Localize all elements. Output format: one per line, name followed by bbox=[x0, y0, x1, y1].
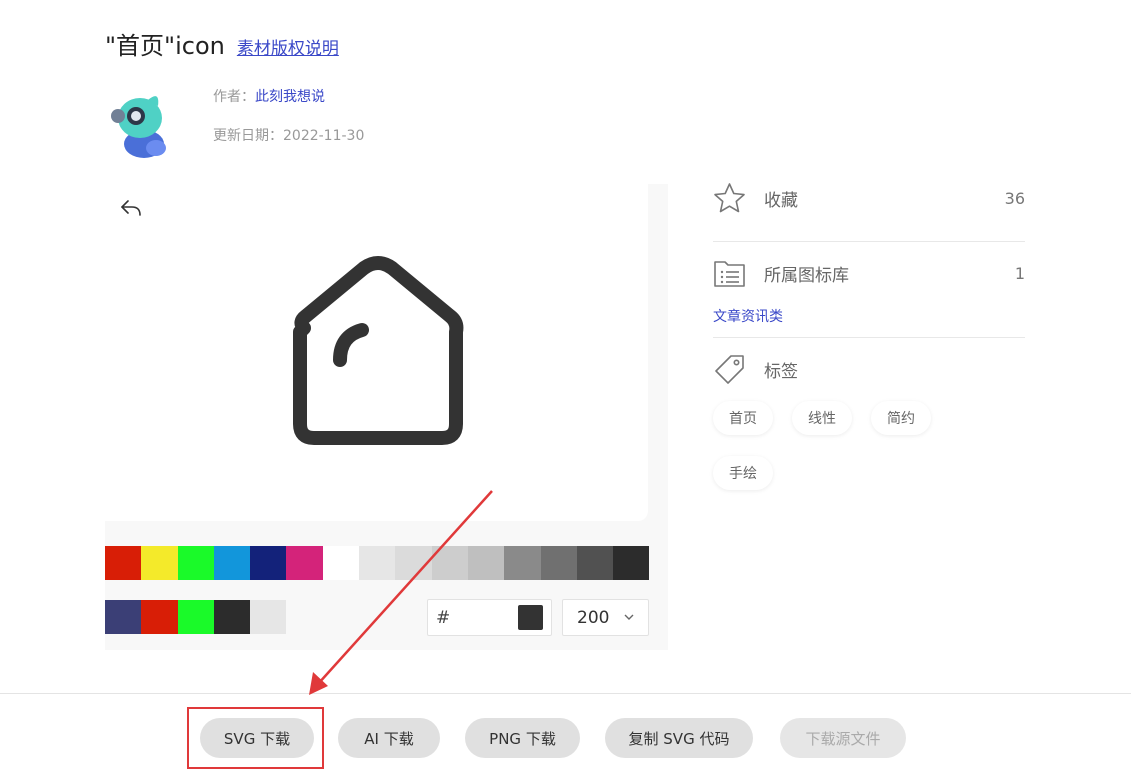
source-file-download-button[interactable]: 下载源文件 bbox=[780, 718, 906, 758]
favorite-count: 36 bbox=[1004, 189, 1025, 208]
icon-preview-canvas bbox=[105, 184, 648, 521]
library-link[interactable]: 文章资讯类 bbox=[713, 306, 783, 326]
color-swatch[interactable] bbox=[177, 546, 214, 580]
page-title-row: "首页"icon 素材版权说明 bbox=[105, 26, 339, 61]
color-swatch[interactable] bbox=[105, 546, 142, 580]
library-label: 所属图标库 bbox=[764, 266, 849, 286]
library-count: 1 bbox=[1014, 264, 1025, 283]
date-value: 2022-11-30 bbox=[283, 128, 365, 144]
undo-icon[interactable] bbox=[119, 198, 143, 218]
color-palette-primary bbox=[105, 546, 650, 580]
star-icon[interactable] bbox=[713, 182, 746, 215]
library-row: 所属图标库 1 bbox=[713, 257, 1025, 290]
license-link[interactable]: 素材版权说明 bbox=[237, 34, 339, 59]
author-label: 作者： bbox=[213, 89, 255, 105]
favorite-label: 收藏 bbox=[764, 191, 798, 211]
color-swatch[interactable] bbox=[431, 546, 468, 580]
folder-list-icon bbox=[714, 261, 745, 287]
hex-hash-label: # bbox=[436, 607, 451, 628]
color-palette-recent bbox=[105, 600, 287, 634]
divider bbox=[713, 337, 1025, 338]
tags-row: 标签 bbox=[713, 353, 1025, 386]
color-swatch[interactable] bbox=[250, 600, 287, 634]
chevron-down-icon bbox=[624, 614, 634, 620]
color-swatch[interactable] bbox=[613, 546, 650, 580]
color-swatch[interactable] bbox=[322, 546, 360, 580]
action-bar-divider bbox=[0, 693, 1131, 694]
color-swatch[interactable] bbox=[576, 546, 614, 580]
color-swatch[interactable] bbox=[250, 546, 287, 580]
color-swatch[interactable] bbox=[540, 546, 577, 580]
color-swatch[interactable] bbox=[213, 546, 251, 580]
copy-svg-code-button[interactable]: 复制 SVG 代码 bbox=[605, 718, 753, 758]
color-swatch[interactable] bbox=[213, 600, 251, 634]
color-swatch[interactable] bbox=[286, 546, 323, 580]
author-avatar[interactable] bbox=[108, 88, 178, 162]
size-select[interactable]: 200 bbox=[562, 599, 649, 636]
png-download-button[interactable]: PNG 下载 bbox=[465, 718, 580, 758]
color-swatch[interactable] bbox=[141, 546, 178, 580]
date-meta: 更新日期：2022-11-30 bbox=[213, 125, 364, 145]
size-select-value: 200 bbox=[577, 607, 610, 628]
date-label: 更新日期： bbox=[213, 128, 283, 144]
color-swatch[interactable] bbox=[177, 600, 214, 634]
page-title: "首页"icon bbox=[105, 32, 225, 60]
color-swatch[interactable] bbox=[359, 546, 396, 580]
color-swatch[interactable] bbox=[105, 600, 142, 634]
icon-editor: # 200 bbox=[105, 184, 668, 650]
tag-chip[interactable]: 简约 bbox=[871, 401, 931, 435]
favorite-row[interactable]: 收藏 36 bbox=[713, 182, 1025, 215]
tag-icon bbox=[715, 355, 744, 384]
color-hex-field[interactable]: # bbox=[427, 599, 552, 636]
color-swatch[interactable] bbox=[141, 600, 178, 634]
tags-label: 标签 bbox=[764, 362, 798, 382]
color-swatch[interactable] bbox=[467, 546, 505, 580]
divider bbox=[713, 241, 1025, 242]
tag-chip[interactable]: 手绘 bbox=[713, 456, 773, 490]
ai-download-button[interactable]: AI 下载 bbox=[338, 718, 440, 758]
color-hex-input[interactable] bbox=[454, 608, 525, 627]
color-swatch[interactable] bbox=[504, 546, 541, 580]
author-link[interactable]: 此刻我想说 bbox=[255, 89, 325, 105]
author-meta: 作者：此刻我想说 bbox=[213, 86, 325, 106]
color-preview-swatch bbox=[518, 605, 543, 630]
home-icon bbox=[293, 256, 464, 445]
tag-chip[interactable]: 线性 bbox=[792, 401, 852, 435]
color-swatch[interactable] bbox=[395, 546, 432, 580]
tag-chip[interactable]: 首页 bbox=[713, 401, 773, 435]
annotation-highlight-box bbox=[187, 707, 324, 769]
